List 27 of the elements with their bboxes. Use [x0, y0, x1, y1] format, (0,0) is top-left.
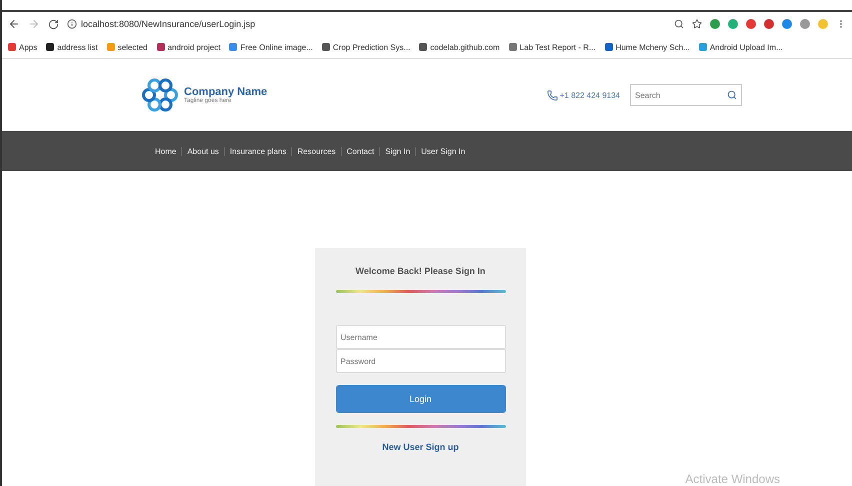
- bookmark[interactable]: Apps: [8, 42, 38, 52]
- url-text[interactable]: localhost:8080/NewInsurance/userLogin.jsp: [81, 19, 256, 29]
- bookmark[interactable]: address list: [46, 42, 98, 52]
- nav-link[interactable]: Contact: [340, 146, 380, 156]
- nav-link[interactable]: About us: [181, 146, 224, 156]
- username-field[interactable]: Username: [336, 325, 506, 349]
- bookmark[interactable]: Android Upload Im...: [698, 42, 783, 52]
- bookmark[interactable]: Crop Prediction Sys...: [322, 42, 410, 52]
- login-title: Welcome Back! Please Sign In: [356, 266, 486, 276]
- nav-link[interactable]: Resources: [291, 146, 341, 156]
- password-field[interactable]: Password: [336, 349, 506, 373]
- bookmark[interactable]: android project: [156, 42, 220, 52]
- nav-link[interactable]: Insurance plans: [224, 146, 292, 156]
- nav-link[interactable]: Home: [150, 146, 182, 156]
- bookmark[interactable]: selected: [106, 42, 148, 52]
- login-button[interactable]: Login: [336, 385, 506, 413]
- nav-link[interactable]: User Sign In: [415, 146, 470, 156]
- nav-link[interactable]: Sign In: [379, 146, 416, 156]
- company-name: Company Name: [184, 86, 268, 98]
- bookmark[interactable]: Free Online image...: [229, 42, 313, 52]
- bookmark[interactable]: codelab.github.com: [419, 42, 500, 52]
- bookmark[interactable]: Hume Mcheny Sch...: [604, 42, 690, 52]
- bookmark[interactable]: Lab Test Report - R...: [508, 42, 596, 52]
- phone-number: +1 822 424 9134: [560, 90, 620, 100]
- activation-notice: Activate Windows: [685, 472, 780, 486]
- search-field[interactable]: Search: [630, 84, 742, 106]
- signup-link[interactable]: New User Sign up: [382, 442, 459, 452]
